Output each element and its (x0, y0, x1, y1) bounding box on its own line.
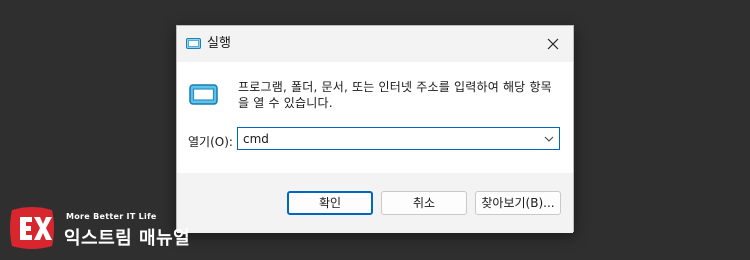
open-input[interactable]: cmd (238, 132, 539, 146)
chevron-down-icon (544, 136, 554, 142)
open-label: 열기(O): (188, 135, 233, 149)
screen-background: 실행 프로그램, 폴더, 문서, 또는 인터넷 주소를 입력하여 해당 항목을 … (0, 0, 750, 260)
browse-button[interactable]: 찾아보기(B)... (475, 191, 561, 215)
title-bar[interactable]: 실행 (177, 26, 573, 62)
description-text: 프로그램, 폴더, 문서, 또는 인터넷 주소를 입력하여 해당 항목을 열 수… (238, 80, 552, 110)
logo-tagline: More Better IT Life (66, 212, 157, 221)
ok-button[interactable]: 확인 (287, 191, 373, 215)
run-icon (189, 84, 218, 105)
window-title: 실행 (207, 36, 231, 51)
watermark-logo: More Better IT Life 익스트림 매뉴얼 (8, 204, 208, 250)
cancel-button[interactable]: 취소 (381, 191, 467, 215)
dialog-body: 프로그램, 폴더, 문서, 또는 인터넷 주소를 입력하여 해당 항목을 열 수… (177, 62, 573, 173)
close-button[interactable] (533, 26, 573, 62)
logo-badge-icon (10, 207, 54, 249)
dropdown-button[interactable] (539, 128, 559, 149)
dialog-footer: 확인 취소 찾아보기(B)... (177, 173, 573, 233)
close-icon (547, 38, 559, 50)
run-app-icon (186, 38, 201, 49)
open-combobox[interactable]: cmd (237, 127, 560, 150)
run-dialog: 실행 프로그램, 폴더, 문서, 또는 인터넷 주소를 입력하여 해당 항목을 … (176, 25, 574, 233)
logo-name: 익스트림 매뉴얼 (64, 228, 191, 249)
